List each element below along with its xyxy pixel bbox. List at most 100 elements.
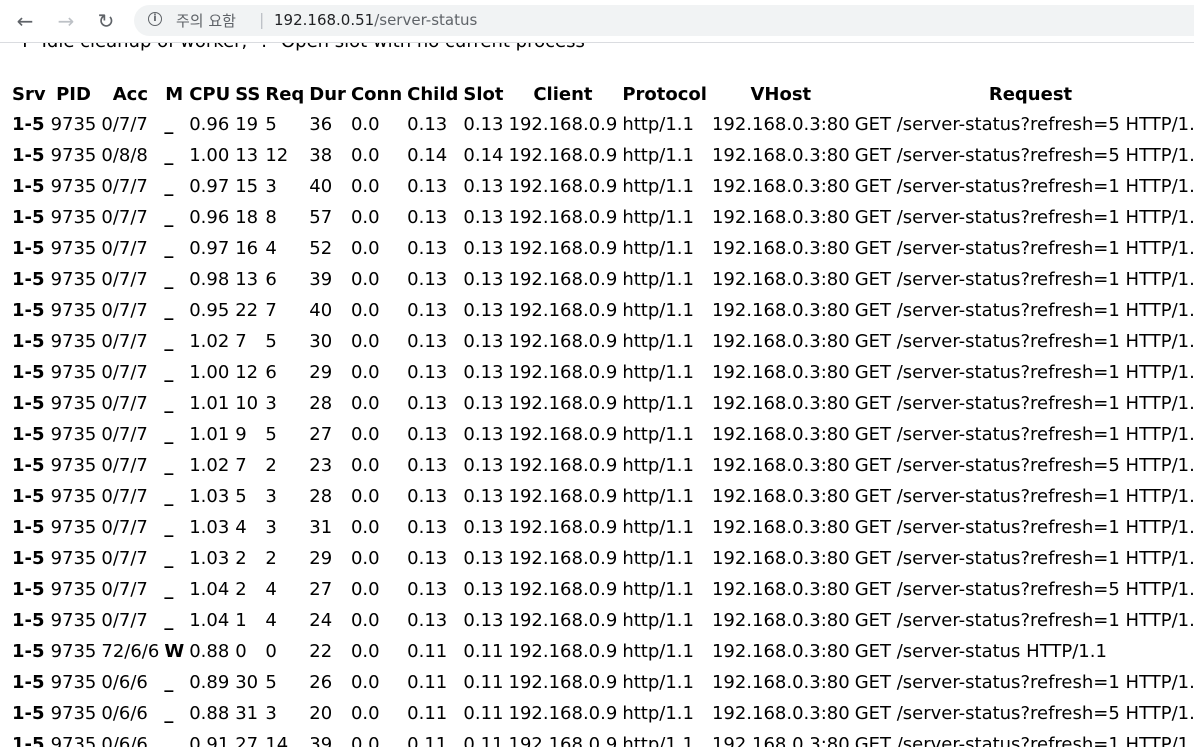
cell-req: 0: [265, 641, 277, 662]
cell-cpu: 1.02: [189, 331, 230, 352]
cell-req: 6: [265, 269, 277, 290]
cell-cpu: 1.04: [189, 610, 230, 631]
column-header-conn: Conn: [350, 84, 403, 105]
cell-m: _: [164, 393, 174, 414]
cell-m: _: [164, 145, 174, 166]
info-icon[interactable]: i: [148, 12, 162, 26]
cell-conn: 0.0: [350, 703, 380, 724]
cell-ss: 9: [235, 424, 247, 445]
security-label[interactable]: 주의 요함: [176, 10, 236, 31]
scoreboard-legend: "I" Idle cleanup of worker, "." Open slo…: [14, 43, 585, 52]
cell-acc: 0/7/7: [101, 114, 148, 135]
reload-button[interactable]: ↻: [92, 7, 120, 35]
cell-req: 2: [265, 455, 277, 476]
cell-m: _: [164, 269, 174, 290]
cell-req: 12: [265, 145, 289, 166]
cell-slot: 0.11: [463, 672, 504, 693]
cell-request: GET /server-status?refresh=1 HTTP/1.1: [854, 176, 1194, 197]
cell-slot: 0.11: [463, 734, 504, 747]
url-text[interactable]: 192.168.0.51/server-status: [274, 11, 477, 29]
cell-m: _: [164, 331, 174, 352]
cell-m: _: [164, 517, 174, 538]
back-button[interactable]: ←: [11, 7, 39, 35]
cell-cpu: 0.97: [189, 176, 230, 197]
cell-req: 5: [265, 114, 277, 135]
cell-m: W: [164, 641, 185, 662]
cell-slot: 0.13: [463, 393, 504, 414]
cell-srv: 1-5: [12, 424, 45, 445]
cell-slot: 0.13: [463, 548, 504, 569]
cell-protocol: http/1.1: [622, 331, 694, 352]
cell-conn: 0.0: [350, 269, 380, 290]
arrow-left-icon: ←: [16, 9, 34, 33]
cell-protocol: http/1.1: [622, 672, 694, 693]
cell-request: GET /server-status?refresh=1 HTTP/1.1: [854, 207, 1194, 228]
cell-ss: 13: [235, 145, 259, 166]
cell-pid: 9735: [50, 517, 97, 538]
cell-m: _: [164, 672, 174, 693]
forward-button[interactable]: →: [52, 7, 80, 35]
column-header-protocol: Protocol: [622, 84, 707, 105]
column-header-dur: Dur: [309, 84, 346, 105]
cell-protocol: http/1.1: [622, 703, 694, 724]
table-row: 1-5 9735 0/6/6 _ 0.88 31 3 20 0.0 0.11 0.11 192.168…: [11, 698, 1194, 729]
cell-client: 192.168.0.9: [508, 486, 618, 507]
column-header-acc: Acc: [112, 84, 148, 105]
url-path: /server-status: [374, 11, 478, 29]
cell-cpu: 1.04: [189, 579, 230, 600]
cell-srv: 1-5: [12, 114, 45, 135]
cell-dur: 57: [309, 207, 333, 228]
cell-slot: 0.13: [463, 269, 504, 290]
cell-srv: 1-5: [12, 641, 45, 662]
cell-child: 0.11: [407, 641, 448, 662]
cell-conn: 0.0: [350, 145, 380, 166]
cell-m: _: [164, 207, 174, 228]
cell-vhost: 192.168.0.3:80: [711, 548, 850, 569]
cell-protocol: http/1.1: [622, 486, 694, 507]
cell-request: GET /server-status?refresh=1 HTTP/1.1: [854, 238, 1194, 259]
cell-pid: 9735: [50, 238, 97, 259]
cell-conn: 0.0: [350, 362, 380, 383]
cell-acc: 0/6/6: [101, 672, 148, 693]
address-bar[interactable]: i 주의 요함 | 192.168.0.51/server-status: [134, 5, 1194, 36]
cell-ss: 30: [235, 672, 259, 693]
cell-request: GET /server-status?refresh=5 HTTP/1.1: [854, 455, 1194, 476]
cell-cpu: 0.97: [189, 238, 230, 259]
cell-ss: 31: [235, 703, 259, 724]
cell-request: GET /server-status?refresh=5 HTTP/1.1: [854, 579, 1194, 600]
cell-srv: 1-5: [12, 362, 45, 383]
cell-vhost: 192.168.0.3:80: [711, 579, 850, 600]
cell-protocol: http/1.1: [622, 393, 694, 414]
cell-client: 192.168.0.9: [508, 579, 618, 600]
cell-ss: 13: [235, 269, 259, 290]
cell-ss: 27: [235, 734, 259, 747]
cell-req: 4: [265, 238, 277, 259]
cell-m: _: [164, 579, 174, 600]
cell-conn: 0.0: [350, 672, 380, 693]
cell-dur: 29: [309, 548, 333, 569]
cell-dur: 31: [309, 517, 333, 538]
cell-m: _: [164, 455, 174, 476]
browser-toolbar: ← → ↻ i 주의 요함 | 192.168.0.51/server-stat…: [0, 0, 1194, 43]
cell-vhost: 192.168.0.3:80: [711, 176, 850, 197]
cell-protocol: http/1.1: [622, 269, 694, 290]
table-row: 1-5 9735 0/7/7 _ 0.97 15 3 40 0.0 0.13 0.13 192.168…: [11, 171, 1194, 202]
cell-vhost: 192.168.0.3:80: [711, 641, 850, 662]
cell-slot: 0.11: [463, 703, 504, 724]
cell-vhost: 192.168.0.3:80: [711, 331, 850, 352]
cell-vhost: 192.168.0.3:80: [711, 238, 850, 259]
column-header-req: Req: [265, 84, 305, 105]
cell-m: _: [164, 486, 174, 507]
cell-child: 0.13: [407, 393, 448, 414]
cell-dur: 52: [309, 238, 333, 259]
cell-slot: 0.13: [463, 610, 504, 631]
cell-pid: 9735: [50, 269, 97, 290]
cell-srv: 1-5: [12, 207, 45, 228]
cell-vhost: 192.168.0.3:80: [711, 269, 850, 290]
cell-req: 5: [265, 331, 277, 352]
cell-vhost: 192.168.0.3:80: [711, 362, 850, 383]
cell-ss: 2: [235, 548, 247, 569]
cell-ss: 7: [235, 455, 247, 476]
url-host: 192.168.0.51: [274, 11, 375, 29]
cell-request: GET /server-status?refresh=1 HTTP/1.1: [854, 734, 1194, 747]
